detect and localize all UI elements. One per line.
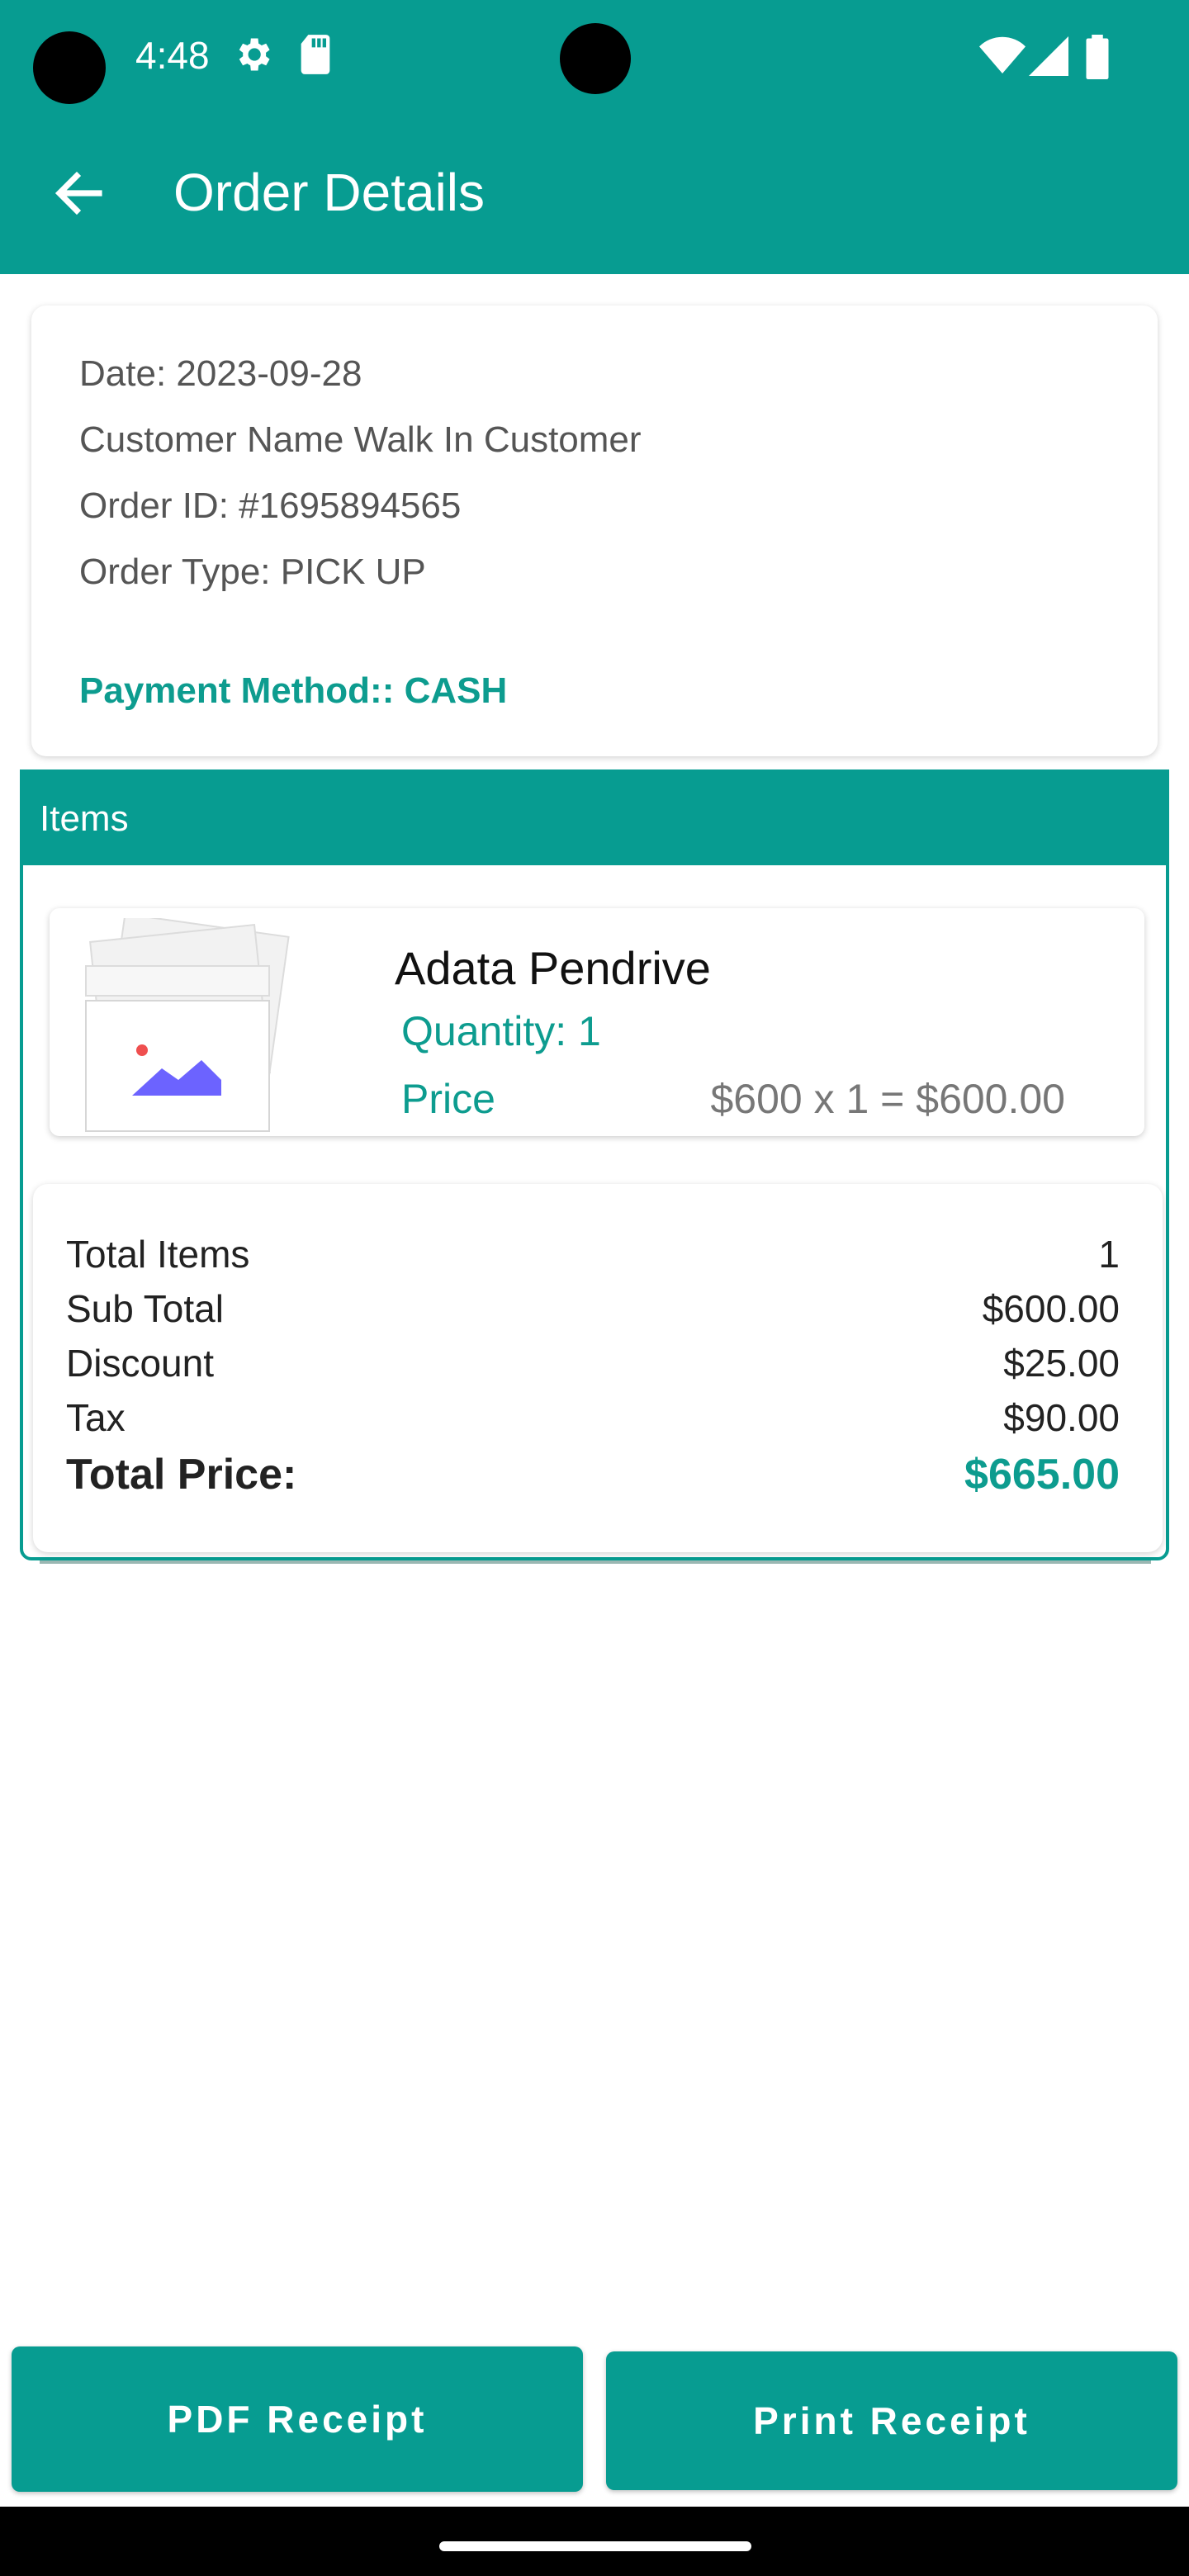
- item-price-calculation: $600 x 1 = $600.00: [710, 1076, 1065, 1122]
- order-id: Order ID: #1695894565: [79, 485, 462, 526]
- item-quantity: Quantity: 1: [401, 1008, 601, 1054]
- app-bar: 4:48 Order Details: [0, 0, 1189, 274]
- wifi-icon: [979, 36, 1026, 73]
- total-price-value: $665.00: [964, 1451, 1120, 1499]
- order-info-card: Date: 2023-09-28 Customer Name Walk In C…: [31, 305, 1158, 756]
- summary-label: Discount: [66, 1342, 214, 1385]
- camera-cutout-left: [33, 31, 106, 104]
- status-time: 4:48: [135, 34, 210, 77]
- page-title: Order Details: [173, 163, 485, 222]
- summary-row-total-items: Total Items 1: [66, 1232, 1120, 1276]
- battery-icon: [1086, 35, 1109, 79]
- divider: [40, 1560, 1151, 1564]
- summary-label: Tax: [66, 1396, 126, 1439]
- camera-cutout-center: [560, 23, 631, 94]
- summary-value: $90.00: [1003, 1396, 1120, 1439]
- home-gesture-handle[interactable]: [439, 2541, 751, 2551]
- summary-row-tax: Tax $90.00: [66, 1395, 1120, 1440]
- image-placeholder-icon: [85, 918, 290, 1132]
- order-date: Date: 2023-09-28: [79, 353, 362, 394]
- order-type: Order Type: PICK UP: [79, 552, 426, 592]
- summary-value: $600.00: [982, 1287, 1120, 1330]
- order-summary-card: Total Items 1 Sub Total $600.00 Discount…: [33, 1184, 1163, 1552]
- summary-row-sub-total: Sub Total $600.00: [66, 1286, 1120, 1331]
- print-receipt-button[interactable]: Print Receipt: [606, 2351, 1177, 2490]
- customer-name: Customer Name Walk In Customer: [79, 419, 642, 460]
- pdf-receipt-button[interactable]: PDF Receipt: [12, 2346, 583, 2492]
- item-name: Adata Pendrive: [395, 942, 711, 994]
- summary-label: Total Items: [66, 1233, 250, 1276]
- payment-method: Payment Method:: CASH: [79, 670, 508, 711]
- item-price-label: Price: [401, 1076, 495, 1122]
- items-section: Items Adata Pendrive Quantity: 1 Price $…: [20, 769, 1169, 1560]
- list-item[interactable]: Adata Pendrive Quantity: 1 Price $600 x …: [50, 908, 1144, 1136]
- gear-icon: [239, 38, 270, 71]
- summary-value: $25.00: [1003, 1342, 1120, 1385]
- summary-row-discount: Discount $25.00: [66, 1341, 1120, 1385]
- summary-row-total-price: Total Price: $665.00: [66, 1450, 1120, 1499]
- sd-card-icon: [301, 35, 330, 74]
- arrow-left-icon[interactable]: [50, 163, 109, 223]
- signal-icon: [1029, 36, 1068, 76]
- summary-value: 1: [1098, 1233, 1120, 1276]
- summary-label: Sub Total: [66, 1287, 224, 1330]
- total-price-label: Total Price:: [66, 1451, 297, 1499]
- items-header: Items: [23, 773, 1166, 865]
